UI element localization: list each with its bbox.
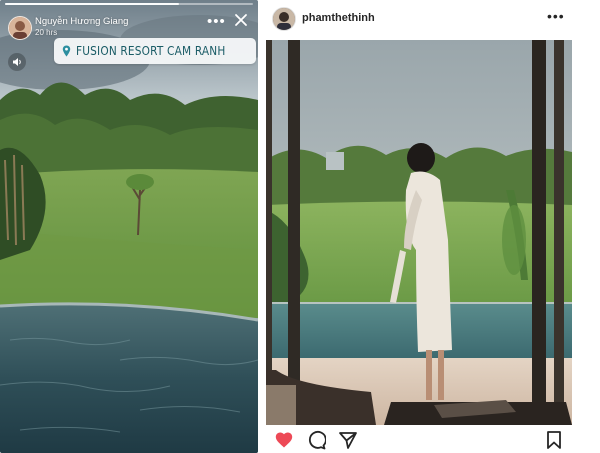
heart-filled-icon[interactable] xyxy=(274,430,294,450)
speaker-icon xyxy=(12,58,21,66)
avatar-image xyxy=(273,8,295,30)
close-icon[interactable] xyxy=(233,12,249,28)
story-photo xyxy=(0,0,258,453)
location-sticker[interactable]: FUSION RESORT CAM RANH xyxy=(54,38,256,64)
location-pin-icon xyxy=(62,45,71,57)
post-photo[interactable] xyxy=(266,40,572,425)
location-label: FUSION RESORT CAM RANH xyxy=(76,44,226,58)
story-username[interactable]: Nguyễn Hương Giang xyxy=(35,16,128,27)
more-options-icon[interactable]: ••• xyxy=(547,8,565,24)
sound-toggle-button[interactable] xyxy=(8,53,26,71)
bookmark-icon[interactable] xyxy=(545,430,563,450)
avatar-image xyxy=(9,17,31,39)
paper-plane-icon[interactable] xyxy=(338,430,358,450)
feed-post: phamthethinh ••• xyxy=(262,0,600,453)
comment-icon[interactable] xyxy=(306,430,326,450)
story-timestamp: 20 hrs xyxy=(35,28,58,37)
more-options-icon[interactable]: ••• xyxy=(207,13,226,30)
post-username[interactable]: phamthethinh xyxy=(302,12,375,24)
story-viewer[interactable]: Nguyễn Hương Giang 20 hrs ••• FUSION RES… xyxy=(0,0,258,453)
post-avatar[interactable] xyxy=(272,7,296,31)
story-progress-fill xyxy=(5,3,179,5)
story-progress-bar xyxy=(5,3,253,5)
story-avatar[interactable] xyxy=(8,16,32,40)
post-action-bar xyxy=(274,430,358,450)
